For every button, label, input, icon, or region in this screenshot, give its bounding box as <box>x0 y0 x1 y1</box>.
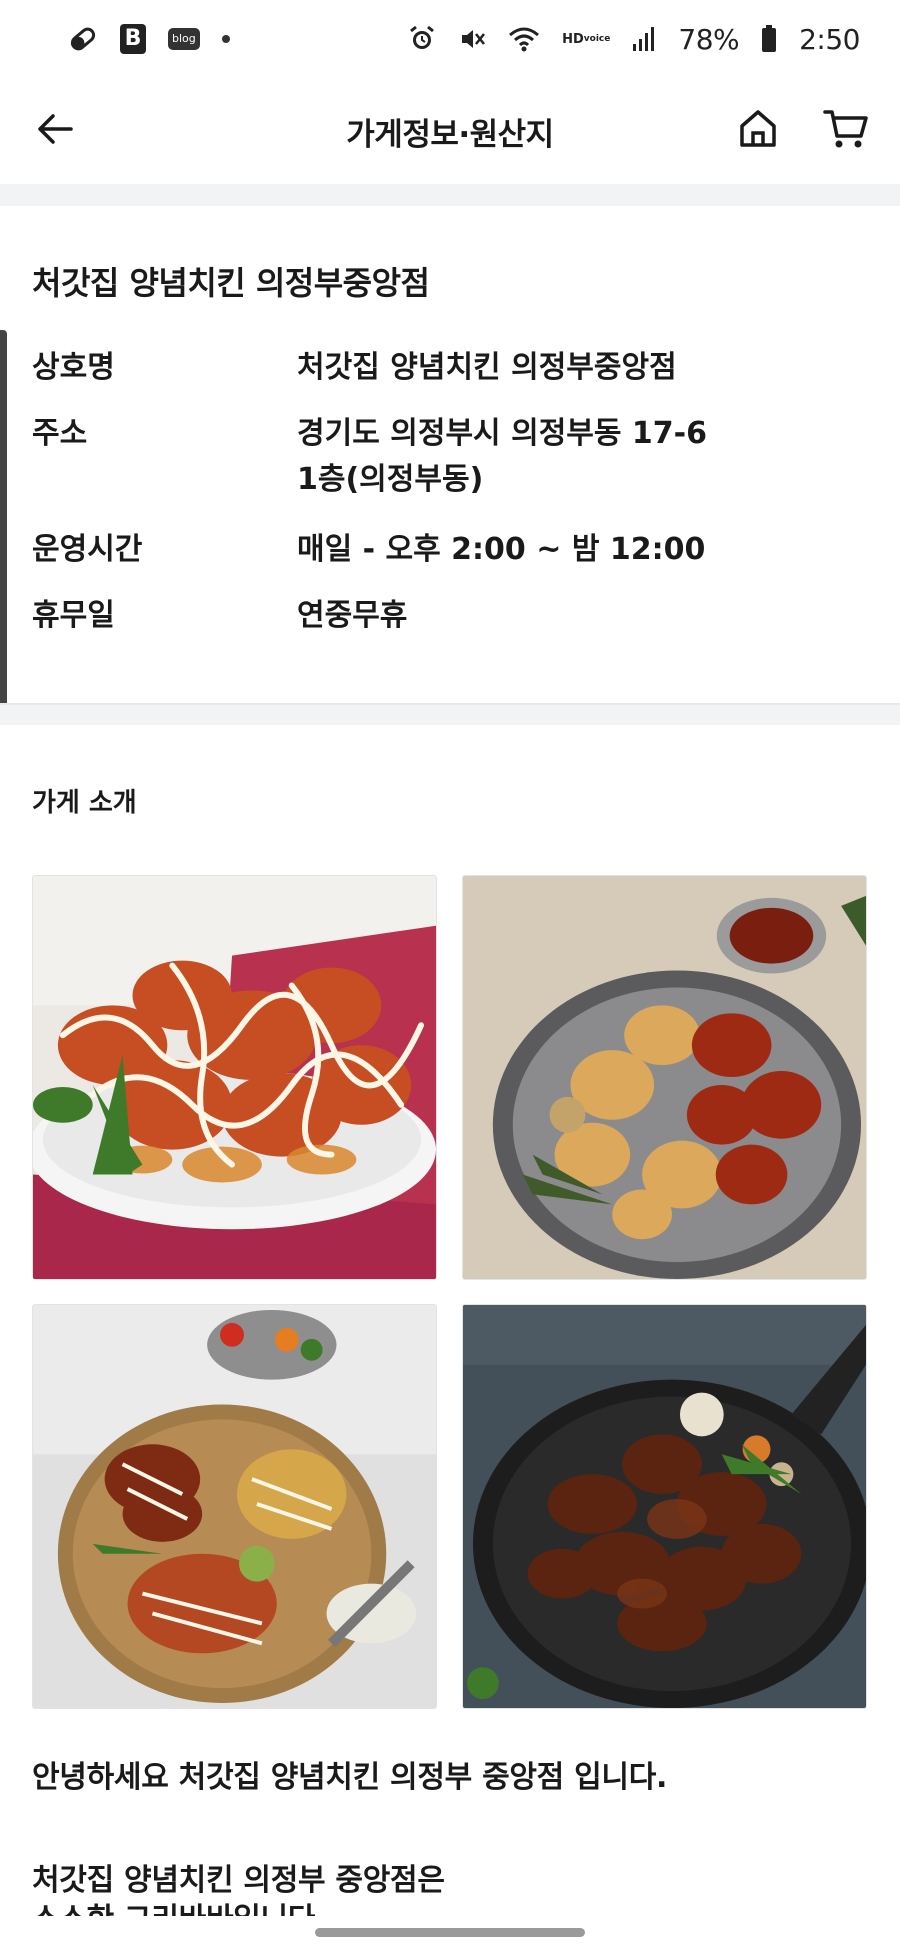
pill-icon <box>68 24 98 54</box>
dot-icon <box>221 35 230 43</box>
back-button[interactable] <box>30 104 80 154</box>
info-label: 주소 <box>32 416 88 451</box>
intro-heading: 가게 소개 <box>32 788 137 818</box>
info-label: 운영시간 <box>32 532 143 567</box>
app-header: 가게정보·원산지 <box>0 78 900 184</box>
info-label: 상호명 <box>32 350 115 385</box>
info-row-closed-days: 휴무일 연중무휴 <box>32 593 872 639</box>
battery-icon <box>761 25 777 53</box>
home-indicator[interactable] <box>315 1928 585 1937</box>
info-row-hours: 운영시간 매일 - 오후 2:00 ~ 밤 12:00 <box>32 527 872 573</box>
battery-percent: 78% <box>678 22 740 56</box>
intro-text-line: 처갓집 양념치킨 의정부 중앙점은 <box>32 1863 445 1898</box>
arrow-left-icon <box>38 114 73 144</box>
signal-icon <box>632 26 656 52</box>
scroll-indicator <box>0 330 7 720</box>
status-bar: B blog HD voice 78% 2:50 <box>0 0 900 78</box>
intro-text-line: 안녕하세요 처갓집 양념치킨 의정부 중앙점 입니다. <box>32 1760 668 1795</box>
status-left: B blog <box>68 24 230 54</box>
status-right: HD voice 78% 2:50 <box>408 23 860 56</box>
hd-label: HD <box>562 31 584 47</box>
address-line-1: 경기도 의정부시 의정부동 17-6 <box>297 416 708 451</box>
mute-icon <box>458 25 486 53</box>
home-button[interactable] <box>730 100 786 156</box>
hd-voice-icon: HD voice <box>562 33 610 46</box>
info-value: 처갓집 양념치킨 의정부중앙점 <box>297 350 677 385</box>
clock: 2:50 <box>799 22 860 56</box>
info-row-address: 주소 경기도 의정부시 의정부동 17-6 1층(의정부동) <box>32 411 872 503</box>
page-title: 가게정보·원산지 <box>346 116 554 153</box>
blog-icon: blog <box>168 28 200 50</box>
info-value-address: 경기도 의정부시 의정부동 17-6 1층(의정부동) <box>297 411 857 503</box>
b-app-icon: B <box>120 24 146 54</box>
info-value: 연중무휴 <box>297 598 408 633</box>
section-divider <box>0 703 900 725</box>
store-photo[interactable] <box>462 1304 867 1709</box>
intro-text-line-partial: 소소한 그리바바입니다 <box>32 1902 315 1916</box>
store-photo-grid <box>32 875 868 1709</box>
section-divider <box>0 184 900 206</box>
voice-label: voice <box>583 33 611 44</box>
cart-button[interactable] <box>818 100 874 156</box>
info-label: 휴무일 <box>32 598 115 633</box>
store-photo[interactable] <box>32 875 437 1280</box>
store-photo[interactable] <box>32 1304 437 1709</box>
cart-icon <box>823 110 868 148</box>
store-name-heading: 처갓집 양념치킨 의정부중앙점 <box>32 264 430 302</box>
home-icon <box>740 110 776 147</box>
address-line-2: 1층(의정부동) <box>297 462 484 497</box>
info-value: 매일 - 오후 2:00 ~ 밤 12:00 <box>297 532 706 567</box>
store-info-screen: B blog HD voice 78% 2:50 가게정보·원산지 처갓집 양념… <box>0 0 900 1950</box>
wifi-icon <box>508 25 540 53</box>
info-row-business-name: 상호명 처갓집 양념치킨 의정부중앙점 <box>32 345 872 391</box>
store-photo[interactable] <box>462 875 867 1280</box>
alarm-icon <box>408 25 436 53</box>
